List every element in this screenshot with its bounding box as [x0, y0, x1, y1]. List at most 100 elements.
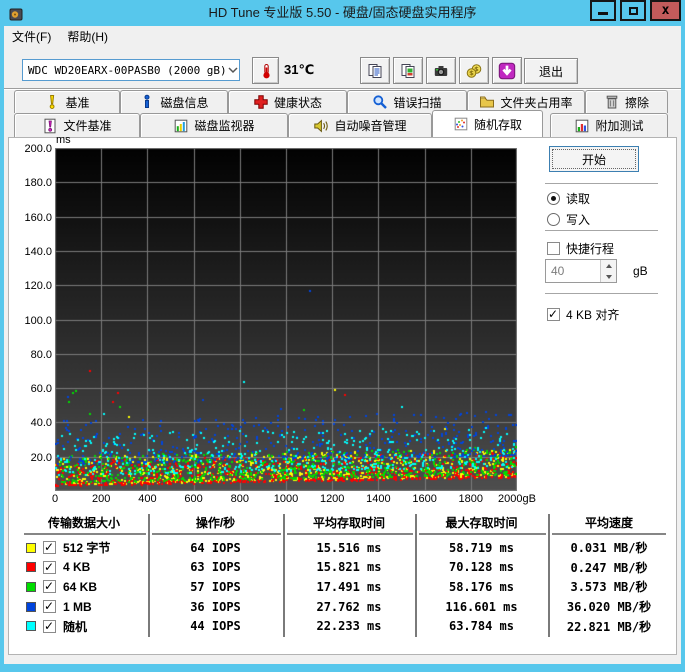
- x-tick-label: 1400: [366, 493, 391, 505]
- mini-chart-icon: [576, 119, 589, 132]
- minimize-icon: [598, 12, 608, 15]
- window-title: HD Tune 专业版 5.50 - 硬盘/固态硬盘实用程序: [208, 5, 477, 20]
- avg-access-value: 17.491 ms: [316, 579, 382, 594]
- toolbar: WDC WD20EARX-00PASB0 (2000 gB) 31℃ 退出: [4, 48, 681, 88]
- y-tick-label: 60.0: [30, 383, 52, 396]
- x-tick-label: 800: [230, 493, 249, 505]
- table-header: 传输数据大小 操作/秒 平均存取时间 最大存取时间 平均速度: [20, 514, 670, 531]
- copy-text-button[interactable]: [360, 57, 390, 84]
- iops-value: 44 IOPS: [190, 619, 241, 634]
- col-avg-access: 平均存取时间: [312, 516, 385, 530]
- spin-up-button[interactable]: [601, 260, 616, 271]
- tab-erase[interactable]: 擦除: [585, 90, 668, 113]
- start-button[interactable]: 开始: [549, 146, 639, 172]
- minimize-button[interactable]: [590, 0, 616, 21]
- screenshot-button[interactable]: [426, 57, 456, 84]
- magnifier-icon: [373, 95, 388, 109]
- folder-icon: [480, 96, 495, 108]
- menu-file[interactable]: 文件(F): [4, 26, 59, 48]
- short-stroke-option[interactable]: 快捷行程: [547, 240, 614, 257]
- tab-auto-acoustic[interactable]: 自动噪音管理: [288, 113, 432, 137]
- x-tick-label: 1200: [319, 493, 345, 505]
- read-radio[interactable]: [547, 192, 560, 205]
- write-radio[interactable]: [547, 213, 560, 226]
- series-label: 64 KB: [63, 579, 98, 594]
- table-row: 随机 44 IOPS 22.233 ms 63.784 ms 22.821 MB…: [20, 616, 670, 636]
- tab-row-2: 文件基准 磁盘监视器 自动噪音管理 随机存取 附加测试: [14, 110, 668, 137]
- series-checkbox[interactable]: [43, 619, 56, 633]
- avg-access-value: 15.516 ms: [316, 540, 382, 555]
- max-access-value: 58.176 ms: [448, 579, 515, 594]
- series-color-swatch: [26, 601, 36, 612]
- tab-label: 附加测试: [595, 119, 644, 133]
- drive-select[interactable]: WDC WD20EARX-00PASB0 (2000 gB): [22, 59, 240, 81]
- tab-label: 基准: [65, 95, 90, 110]
- short-stroke-size-field[interactable]: 40: [545, 259, 617, 283]
- y-tick-label: 40.0: [30, 417, 52, 430]
- col-max-access: 最大存取时间: [445, 516, 518, 530]
- align-checkbox[interactable]: [547, 307, 560, 321]
- iops-value: 63 IOPS: [190, 560, 241, 575]
- x-tick-label: 600: [184, 493, 203, 505]
- col-avg-speed: 平均速度: [584, 516, 633, 530]
- series-checkbox[interactable]: [43, 579, 56, 594]
- series-checkbox[interactable]: [43, 599, 56, 614]
- title-bar: HD Tune 专业版 5.50 - 硬盘/固态硬盘实用程序: [0, 0, 685, 26]
- menu-help[interactable]: 帮助(H): [59, 26, 116, 48]
- tab-health[interactable]: 健康状态: [228, 90, 347, 113]
- tab-file-benchmark[interactable]: 文件基准: [14, 113, 140, 137]
- read-option[interactable]: 读取: [547, 190, 590, 207]
- spinner: [600, 260, 616, 282]
- header-underline: [152, 533, 281, 535]
- write-option[interactable]: 写入: [547, 211, 590, 228]
- iops-value: 64 IOPS: [190, 540, 241, 555]
- tab-label: 擦除: [624, 95, 649, 110]
- series-checkbox[interactable]: [43, 540, 56, 555]
- exit-button[interactable]: 退出: [524, 58, 578, 84]
- coins-icon: [466, 63, 482, 78]
- health-cross-icon: [254, 95, 268, 109]
- y-tick-label: 200.0: [24, 143, 52, 155]
- tab-benchmark[interactable]: 基准: [14, 90, 120, 113]
- series-color-swatch: [26, 542, 36, 553]
- chevron-down-icon: [227, 63, 239, 77]
- avg-speed-value: 0.031 MB/秒: [570, 541, 648, 556]
- thermometer-icon: [262, 63, 270, 78]
- tab-extra-tests[interactable]: 附加测试: [550, 113, 668, 137]
- trash-icon: [606, 95, 618, 109]
- table-row: 4 KB 63 IOPS 15.821 ms 70.128 ms 0.247 M…: [20, 558, 670, 578]
- separator: [545, 293, 658, 295]
- temperature-button[interactable]: [252, 57, 279, 84]
- tab-disk-info[interactable]: 磁盘信息: [120, 90, 228, 113]
- avg-speed-value: 3.573 MB/秒: [570, 580, 648, 595]
- copy-image-button[interactable]: [393, 57, 423, 84]
- tab-random-access[interactable]: 随机存取: [432, 110, 543, 137]
- header-underline: [552, 533, 666, 535]
- series-label: 随机: [63, 619, 88, 634]
- maximize-icon: [628, 6, 638, 15]
- y-tick-label: 20.0: [30, 451, 52, 464]
- series-label: 512 字节: [63, 541, 111, 556]
- exit-button-label: 退出: [538, 64, 563, 79]
- separator: [545, 230, 658, 232]
- series-label: 4 KB: [63, 560, 91, 575]
- series-color-swatch: [26, 581, 36, 592]
- short-stroke-size-value[interactable]: 40: [546, 260, 600, 282]
- update-button[interactable]: [492, 57, 522, 84]
- series-checkbox[interactable]: [43, 560, 56, 574]
- table-row: 1 MB 36 IOPS 27.762 ms 116.601 ms 36.020…: [20, 597, 670, 617]
- short-stroke-checkbox[interactable]: [547, 242, 560, 255]
- y-tick-label: 140.0: [24, 245, 52, 258]
- col-transfer-size: 传输数据大小: [47, 516, 120, 530]
- spin-down-button[interactable]: [601, 271, 616, 282]
- speaker-icon: [314, 118, 329, 133]
- tab-disk-monitor[interactable]: 磁盘监视器: [140, 113, 288, 137]
- donate-button[interactable]: [459, 57, 489, 84]
- close-button[interactable]: x: [650, 0, 681, 21]
- align-option[interactable]: 4 KB 对齐: [547, 306, 619, 323]
- y-tick-label: 160.0: [24, 211, 52, 224]
- exclamation-icon: [50, 95, 55, 110]
- tab-label: 随机存取: [473, 117, 522, 132]
- maximize-button[interactable]: [620, 0, 646, 21]
- x-axis-ticks: 0 200 400 600 800 1000 1200 1400 1600 1800 2000gB: [52, 492, 536, 506]
